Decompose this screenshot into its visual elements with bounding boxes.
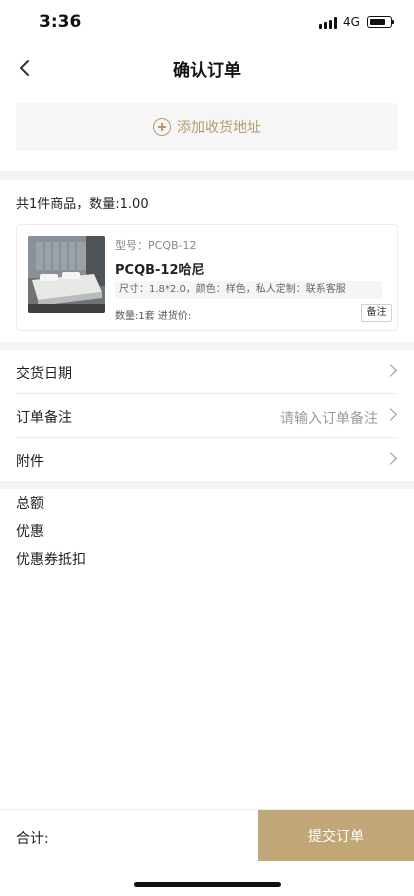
section-divider bbox=[0, 342, 414, 350]
nav-bar: 确认订单 bbox=[0, 46, 414, 90]
chevron-right-icon bbox=[384, 364, 397, 377]
network-type: 4G bbox=[343, 15, 360, 29]
page-title: 确认订单 bbox=[173, 61, 241, 81]
chevron-right-icon bbox=[384, 452, 397, 465]
submit-order-button[interactable]: 提交订单 bbox=[258, 810, 414, 861]
order-remark-input[interactable]: 请输入订单备注 bbox=[280, 408, 378, 428]
row-label: 订单备注 bbox=[16, 410, 72, 426]
summary-coupon: 优惠券抵扣 bbox=[16, 552, 86, 568]
add-address-label: 添加收货地址 bbox=[177, 120, 261, 136]
row-delivery-date[interactable]: 交货日期 bbox=[0, 350, 414, 394]
battery-level bbox=[369, 18, 385, 25]
battery-tip bbox=[392, 20, 394, 24]
remark-button[interactable]: 备注 bbox=[361, 304, 392, 322]
product-spec: 尺寸：1.8*2.0，颜色：样色，私人定制：联系客服 bbox=[115, 281, 382, 299]
product-image bbox=[28, 236, 105, 313]
summary-total: 总额 bbox=[16, 496, 44, 512]
section-divider bbox=[0, 171, 414, 180]
status-bar: 3:36 4G bbox=[0, 0, 414, 46]
plus-circle-icon bbox=[153, 118, 171, 136]
product-qty-price: 数量:1套 进货价: bbox=[115, 311, 192, 322]
add-address-button[interactable]: 添加收货地址 bbox=[16, 103, 398, 151]
product-card[interactable]: 型号：PCQB-12 PCQB-12哈尼 尺寸：1.8*2.0，颜色：样色，私人… bbox=[16, 224, 398, 331]
section-divider bbox=[0, 481, 414, 489]
goods-summary: 共1件商品，数量:1.00 bbox=[16, 197, 149, 212]
bottom-bar: 合计: 提交订单 bbox=[0, 809, 414, 861]
chevron-right-icon bbox=[384, 408, 397, 421]
row-attachment[interactable]: 附件 bbox=[0, 438, 414, 482]
summary-discount: 优惠 bbox=[16, 524, 44, 540]
row-label: 交货日期 bbox=[16, 366, 72, 382]
signal-icon bbox=[319, 17, 337, 29]
battery-icon bbox=[367, 16, 392, 28]
status-time: 3:36 bbox=[39, 12, 82, 32]
product-name: PCQB-12哈尼 bbox=[115, 263, 205, 278]
product-model: 型号：PCQB-12 bbox=[115, 239, 197, 252]
row-order-remark[interactable]: 订单备注 请输入订单备注 bbox=[0, 394, 414, 438]
row-label: 附件 bbox=[16, 454, 44, 470]
total-label: 合计: bbox=[16, 831, 49, 847]
home-indicator bbox=[134, 882, 281, 887]
